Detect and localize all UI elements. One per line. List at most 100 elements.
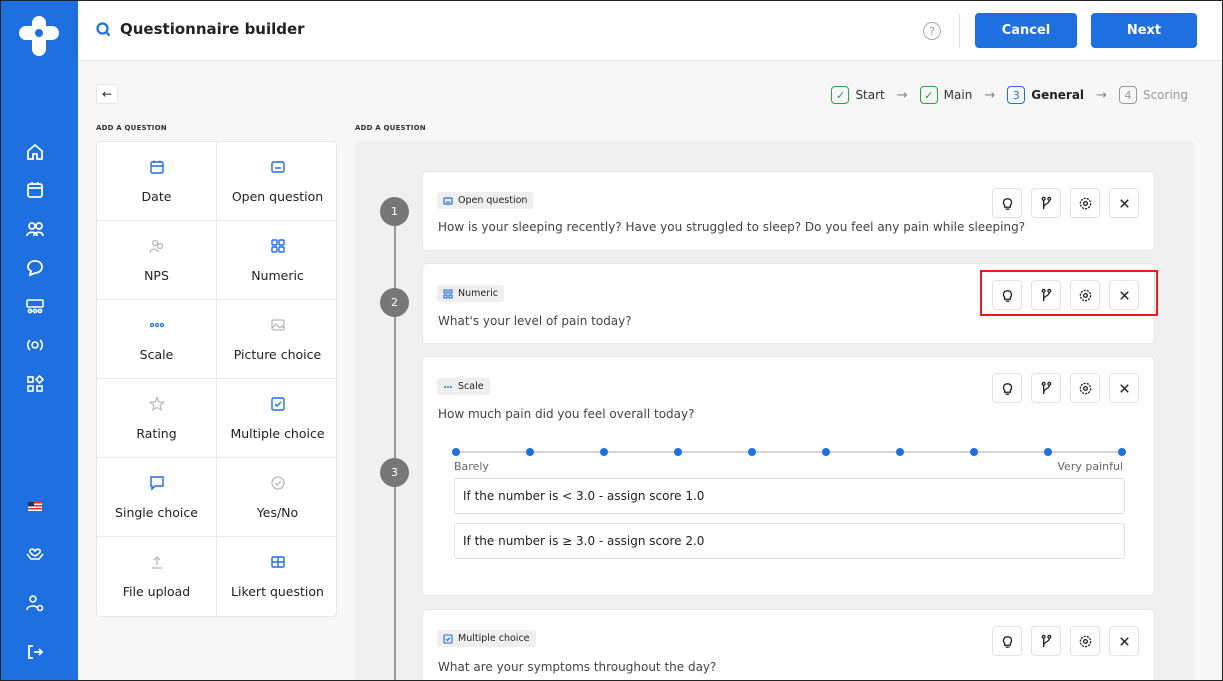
palette-item-label: Multiple choice [230, 425, 325, 441]
question-type-label: Multiple choice [458, 633, 530, 644]
palette-item-date[interactable]: Date [97, 142, 217, 221]
question-text: What are your symptoms throughout the da… [438, 660, 717, 674]
top-header: Questionnaire builder ? Cancel Next [78, 0, 1223, 61]
question-type-label: Open question [458, 195, 528, 206]
scale-point[interactable] [896, 448, 904, 456]
step-start-marker: ✓ [831, 86, 850, 104]
users-icon[interactable] [24, 218, 46, 240]
question-actions [992, 626, 1139, 656]
palette-section-label: ADD A QUESTION [96, 124, 167, 132]
scale-point[interactable] [822, 448, 830, 456]
score-rule-2[interactable]: If the number is ≥ 3.0 - assign score 2.… [454, 523, 1125, 559]
question-palette: Date Open question NPS Numeric Scale Pic… [96, 141, 337, 617]
scale-point[interactable] [747, 448, 756, 456]
question-text: What's your level of pain today? [438, 314, 632, 328]
step-main[interactable]: ✓ Main [919, 86, 972, 104]
header-divider [959, 14, 960, 48]
step-general[interactable]: 3 General [1007, 86, 1084, 104]
people-icon [148, 238, 165, 254]
palette-item-scale[interactable]: Scale [97, 300, 217, 379]
scale-point[interactable] [970, 448, 978, 456]
palette-item-numeric[interactable]: Numeric [217, 221, 336, 300]
step-start[interactable]: ✓ Start [831, 86, 885, 104]
palette-item-file-upload[interactable]: File upload [97, 537, 217, 616]
page-title: Questionnaire builder [120, 20, 305, 38]
step-scoring-marker: 4 [1118, 86, 1137, 104]
scale-track [452, 448, 1126, 456]
hint-button[interactable] [992, 373, 1022, 403]
logout-icon[interactable] [24, 641, 46, 663]
branching-button[interactable] [1031, 373, 1061, 403]
delete-button[interactable] [1109, 280, 1139, 310]
branching-button[interactable] [1031, 626, 1061, 656]
palette-item-likert[interactable]: Likert question [217, 537, 336, 616]
step-scoring-label: Scoring [1142, 88, 1188, 102]
palette-item-yes-no[interactable]: Yes/No [217, 458, 336, 537]
next-button[interactable]: Next [1091, 13, 1197, 48]
settings-button[interactable] [1070, 626, 1100, 656]
scale-point[interactable] [1118, 448, 1126, 456]
step-scoring[interactable]: 4 Scoring [1118, 86, 1188, 104]
dots-icon [443, 382, 453, 392]
scale-max-label: Very painful [1057, 460, 1123, 473]
settings-button[interactable] [1070, 188, 1100, 218]
upload-icon [149, 554, 165, 570]
help-icon[interactable]: ? [923, 22, 941, 40]
palette-item-multiple-choice[interactable]: Multiple choice [217, 379, 336, 458]
team-icon[interactable] [24, 296, 46, 318]
gear-icon [1079, 382, 1091, 394]
cancel-button[interactable]: Cancel [975, 13, 1077, 48]
home-icon[interactable] [24, 141, 46, 163]
palette-item-open-question[interactable]: Open question [217, 142, 336, 221]
table-icon [270, 554, 286, 570]
settings-button[interactable] [1070, 373, 1100, 403]
score-rule-1[interactable]: If the number is < 3.0 - assign score 1.… [454, 478, 1125, 514]
scale-point[interactable] [525, 448, 534, 456]
palette-item-single-choice[interactable]: Single choice [97, 458, 217, 537]
back-button[interactable]: ← [96, 84, 118, 104]
hint-button[interactable] [992, 280, 1022, 310]
step-arrow-icon: → [896, 87, 908, 103]
app-logo[interactable] [17, 14, 61, 58]
delete-button[interactable] [1109, 188, 1139, 218]
palette-item-label: Date [141, 188, 172, 204]
palette-item-picture-choice[interactable]: Picture choice [217, 300, 336, 379]
gear-icon [1079, 289, 1091, 301]
close-icon [1119, 198, 1129, 208]
scale-point[interactable] [452, 448, 460, 456]
palette-item-nps[interactable]: NPS [97, 221, 217, 300]
question-type-tag: Multiple choice [437, 630, 536, 647]
question-card-3[interactable]: Scale How much pain did you feel overall… [422, 356, 1155, 596]
calendar-icon[interactable] [24, 179, 46, 201]
scale-point[interactable] [674, 448, 682, 456]
close-icon [1119, 383, 1129, 393]
apps-icon[interactable] [24, 373, 46, 395]
branching-button[interactable] [1031, 280, 1061, 310]
settings-button[interactable] [1070, 280, 1100, 310]
step-start-label: Start [855, 88, 885, 102]
question-card-4[interactable]: Multiple choice What are your symptoms t… [422, 609, 1155, 681]
question-card-2[interactable]: Numeric What's your level of pain today? [422, 263, 1155, 344]
care-icon[interactable] [24, 542, 46, 564]
delete-button[interactable] [1109, 626, 1139, 656]
gear-icon [1079, 635, 1091, 647]
delete-button[interactable] [1109, 373, 1139, 403]
scale-point[interactable] [599, 448, 608, 456]
broadcast-icon[interactable] [24, 334, 46, 356]
hint-button[interactable] [992, 188, 1022, 218]
dots-icon [149, 317, 165, 333]
hint-button[interactable] [992, 626, 1022, 656]
us-flag-icon[interactable] [24, 495, 46, 517]
question-actions [992, 280, 1139, 310]
branching-button[interactable] [1031, 188, 1061, 218]
text-box-icon [270, 159, 286, 175]
question-text: How is your sleeping recently? Have you … [438, 220, 1026, 234]
chat-icon[interactable] [24, 257, 46, 279]
question-card-1[interactable]: Open question How is your sleeping recen… [422, 171, 1155, 251]
branch-icon [1041, 288, 1051, 301]
user-settings-icon[interactable] [24, 592, 46, 614]
canvas-section-label: ADD A QUESTION [355, 124, 426, 132]
branch-icon [1041, 196, 1051, 209]
palette-item-rating[interactable]: Rating [97, 379, 217, 458]
scale-point[interactable] [1043, 448, 1052, 456]
